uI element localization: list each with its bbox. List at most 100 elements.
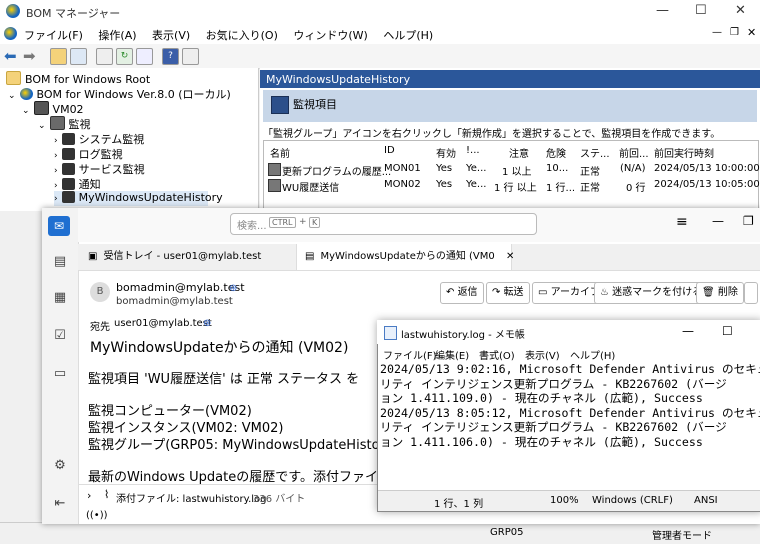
minimize-icon[interactable]: — xyxy=(656,3,669,18)
search-box[interactable]: 検索... CTRL + K xyxy=(230,213,537,235)
to-address[interactable]: user01@mylab.test xyxy=(114,318,212,329)
detail-header: MyWindowsUpdateHistory xyxy=(260,70,760,88)
forward-button[interactable]: ↷ 転送 xyxy=(486,282,530,304)
tree-node-notify[interactable]: › 通知 xyxy=(54,176,101,192)
text-line: 2024/05/13 8:05:12, Microsoft Defender A… xyxy=(380,405,760,420)
chevron-down-icon[interactable]: ⌄ xyxy=(22,106,30,116)
tree-node-system[interactable]: › システム監視 xyxy=(54,131,144,147)
from-address[interactable]: bomadmin@mylab.test xyxy=(116,296,233,307)
tree-node-monitor[interactable]: ⌄ 監視 xyxy=(38,116,91,132)
chevron-right-icon[interactable]: › xyxy=(87,489,91,502)
tree-node-wuhistory[interactable]: › MyWindowsUpdateHistory xyxy=(54,191,223,206)
tab-message[interactable]: ▤ MyWindowsUpdateからの通知 (VM0 ✕ xyxy=(296,244,514,270)
attachment-label[interactable]: 添付ファイル: lastwuhistory.log xyxy=(116,490,267,505)
calendar-icon[interactable]: ▦ xyxy=(50,290,70,308)
chevron-right-icon[interactable]: › xyxy=(54,136,58,146)
paperclip-icon: ⌇ xyxy=(104,488,110,501)
menu-file[interactable]: ファイル(F) xyxy=(18,24,89,43)
monitor-item-icon xyxy=(271,96,289,114)
bom-titlebar: BOM マネージャー — ☐ ✕ xyxy=(0,0,760,24)
refresh-icon[interactable]: ↻ xyxy=(116,48,133,65)
chat-icon[interactable]: ▭ xyxy=(50,366,70,384)
np-menu-help[interactable]: ヘルプ(H) xyxy=(570,347,615,362)
text-line: リティ インテリジェンス更新プログラム - KB2267602 (バージ xyxy=(380,376,727,391)
verified-icon: ⊛ xyxy=(203,318,212,329)
col-header-lasttime[interactable]: 前回実行時刻 xyxy=(654,145,714,160)
junk-button[interactable]: ♨ 迷惑マークを付ける xyxy=(594,282,709,304)
tab-inbox[interactable]: ▣ 受信トレイ - user01@mylab.test xyxy=(88,244,293,270)
chevron-right-icon[interactable]: › xyxy=(54,181,58,191)
table-row[interactable]: WU履歴送信 MON02 Yes Ye... 1 行 以上 1 行... 正常 … xyxy=(264,176,760,194)
search-shortcut-k: K xyxy=(309,217,321,228)
activity-icon[interactable]: ((•)) xyxy=(86,510,108,521)
mail-icon[interactable]: ✉ xyxy=(48,216,70,236)
hamburger-icon[interactable]: ≡ xyxy=(676,214,688,230)
tree-node-log[interactable]: › ログ監視 xyxy=(54,146,123,162)
menu-view[interactable]: 表示(V) xyxy=(146,24,196,43)
col-header-danger[interactable]: 危険 xyxy=(546,145,566,160)
menu-favorites[interactable]: お気に入り(O) xyxy=(200,24,284,43)
tree-node-root[interactable]: BOM for Windows Root xyxy=(6,71,150,86)
forward-icon[interactable]: ➡ xyxy=(23,47,36,65)
help-icon[interactable]: ? xyxy=(162,48,179,65)
tree-node-computer[interactable]: ⌄ VM02 xyxy=(22,101,84,116)
col-header-status[interactable]: ステ... xyxy=(580,145,610,160)
col-header-warn[interactable]: 注意 xyxy=(509,145,529,160)
chevron-down-icon[interactable]: ⌄ xyxy=(38,121,46,131)
table-row[interactable]: 更新プログラムの履歴... MON01 Yes Ye... 1 以上 10...… xyxy=(264,160,760,178)
chevron-right-icon[interactable]: › xyxy=(54,166,58,176)
back-icon[interactable]: ⬅ xyxy=(4,47,17,65)
mdi-close-icon[interactable]: ✕ xyxy=(747,26,756,39)
cell: (N/A) xyxy=(620,163,646,174)
attachment-bar[interactable]: › ⌇ 添付ファイル: lastwuhistory.log 336 バイト xyxy=(78,484,378,507)
tree-node-server[interactable]: ⌄ BOM for Windows Ver.8.0 (ローカル) xyxy=(8,86,231,102)
np-menu-format[interactable]: 書式(O) xyxy=(479,347,515,362)
row-icon xyxy=(268,179,281,192)
window-icon[interactable] xyxy=(182,48,199,65)
mdi-restore-icon[interactable]: ❐ xyxy=(730,27,739,38)
settings-icon[interactable]: ⚙ xyxy=(50,458,70,476)
tree-node-service[interactable]: › サービス監視 xyxy=(54,161,145,177)
col-header-flag[interactable]: !... xyxy=(466,145,480,156)
properties-icon[interactable] xyxy=(96,48,113,65)
minimize-icon[interactable]: — xyxy=(682,324,694,338)
mdi-minimize-icon[interactable]: — xyxy=(712,27,722,38)
col-header-last[interactable]: 前回... xyxy=(619,145,649,160)
maximize-icon[interactable]: ☐ xyxy=(695,3,707,18)
col-header-id[interactable]: ID xyxy=(384,145,395,156)
close-tab-icon[interactable]: ✕ xyxy=(506,251,514,262)
avatar: B xyxy=(90,282,110,302)
export-icon[interactable] xyxy=(136,48,153,65)
menu-window[interactable]: ウィンドウ(W) xyxy=(287,24,373,43)
tree-wuhistory-label: MyWindowsUpdateHistory xyxy=(78,191,223,204)
chevron-down-icon[interactable]: ⌄ xyxy=(8,91,16,101)
delete-button[interactable]: 🗑 削除 xyxy=(696,282,744,304)
cell: MON01 xyxy=(384,163,421,174)
chevron-right-icon[interactable]: › xyxy=(54,151,58,161)
folder-up-icon[interactable] xyxy=(50,48,67,65)
chevron-right-icon[interactable]: › xyxy=(54,194,58,204)
restore-icon[interactable]: ❐ xyxy=(743,214,754,228)
reply-icon: ↶ xyxy=(446,287,458,298)
col-header-enabled[interactable]: 有効 xyxy=(436,145,456,160)
np-menu-edit[interactable]: 編集(E) xyxy=(435,347,469,362)
notepad-text-area[interactable]: 2024/05/13 9:02:16, Microsoft Defender A… xyxy=(380,362,760,488)
group-icon xyxy=(61,148,75,160)
from-name[interactable]: bomadmin@mylab.test xyxy=(116,281,245,294)
collapse-icon[interactable]: ⇤ xyxy=(50,496,70,514)
tasks-icon[interactable]: ☑ xyxy=(50,328,70,346)
maximize-icon[interactable]: ☐ xyxy=(722,324,733,338)
minimize-icon[interactable]: — xyxy=(712,214,724,228)
col-header-name[interactable]: 名前 xyxy=(270,145,290,160)
menu-action[interactable]: 操作(A) xyxy=(92,24,142,43)
tree-view-icon[interactable] xyxy=(70,48,87,65)
np-menu-view[interactable]: 表示(V) xyxy=(525,347,560,362)
np-menu-file[interactable]: ファイル(F) xyxy=(383,347,437,362)
reply-button[interactable]: ↶ 返信 xyxy=(440,282,484,304)
close-icon[interactable]: ✕ xyxy=(735,3,746,18)
menu-help[interactable]: ヘルプ(H) xyxy=(377,24,439,43)
more-button[interactable] xyxy=(744,282,758,304)
folder-icon xyxy=(6,71,21,85)
tree-service-label: サービス監視 xyxy=(78,163,145,176)
address-book-icon[interactable]: ▤ xyxy=(50,254,70,272)
